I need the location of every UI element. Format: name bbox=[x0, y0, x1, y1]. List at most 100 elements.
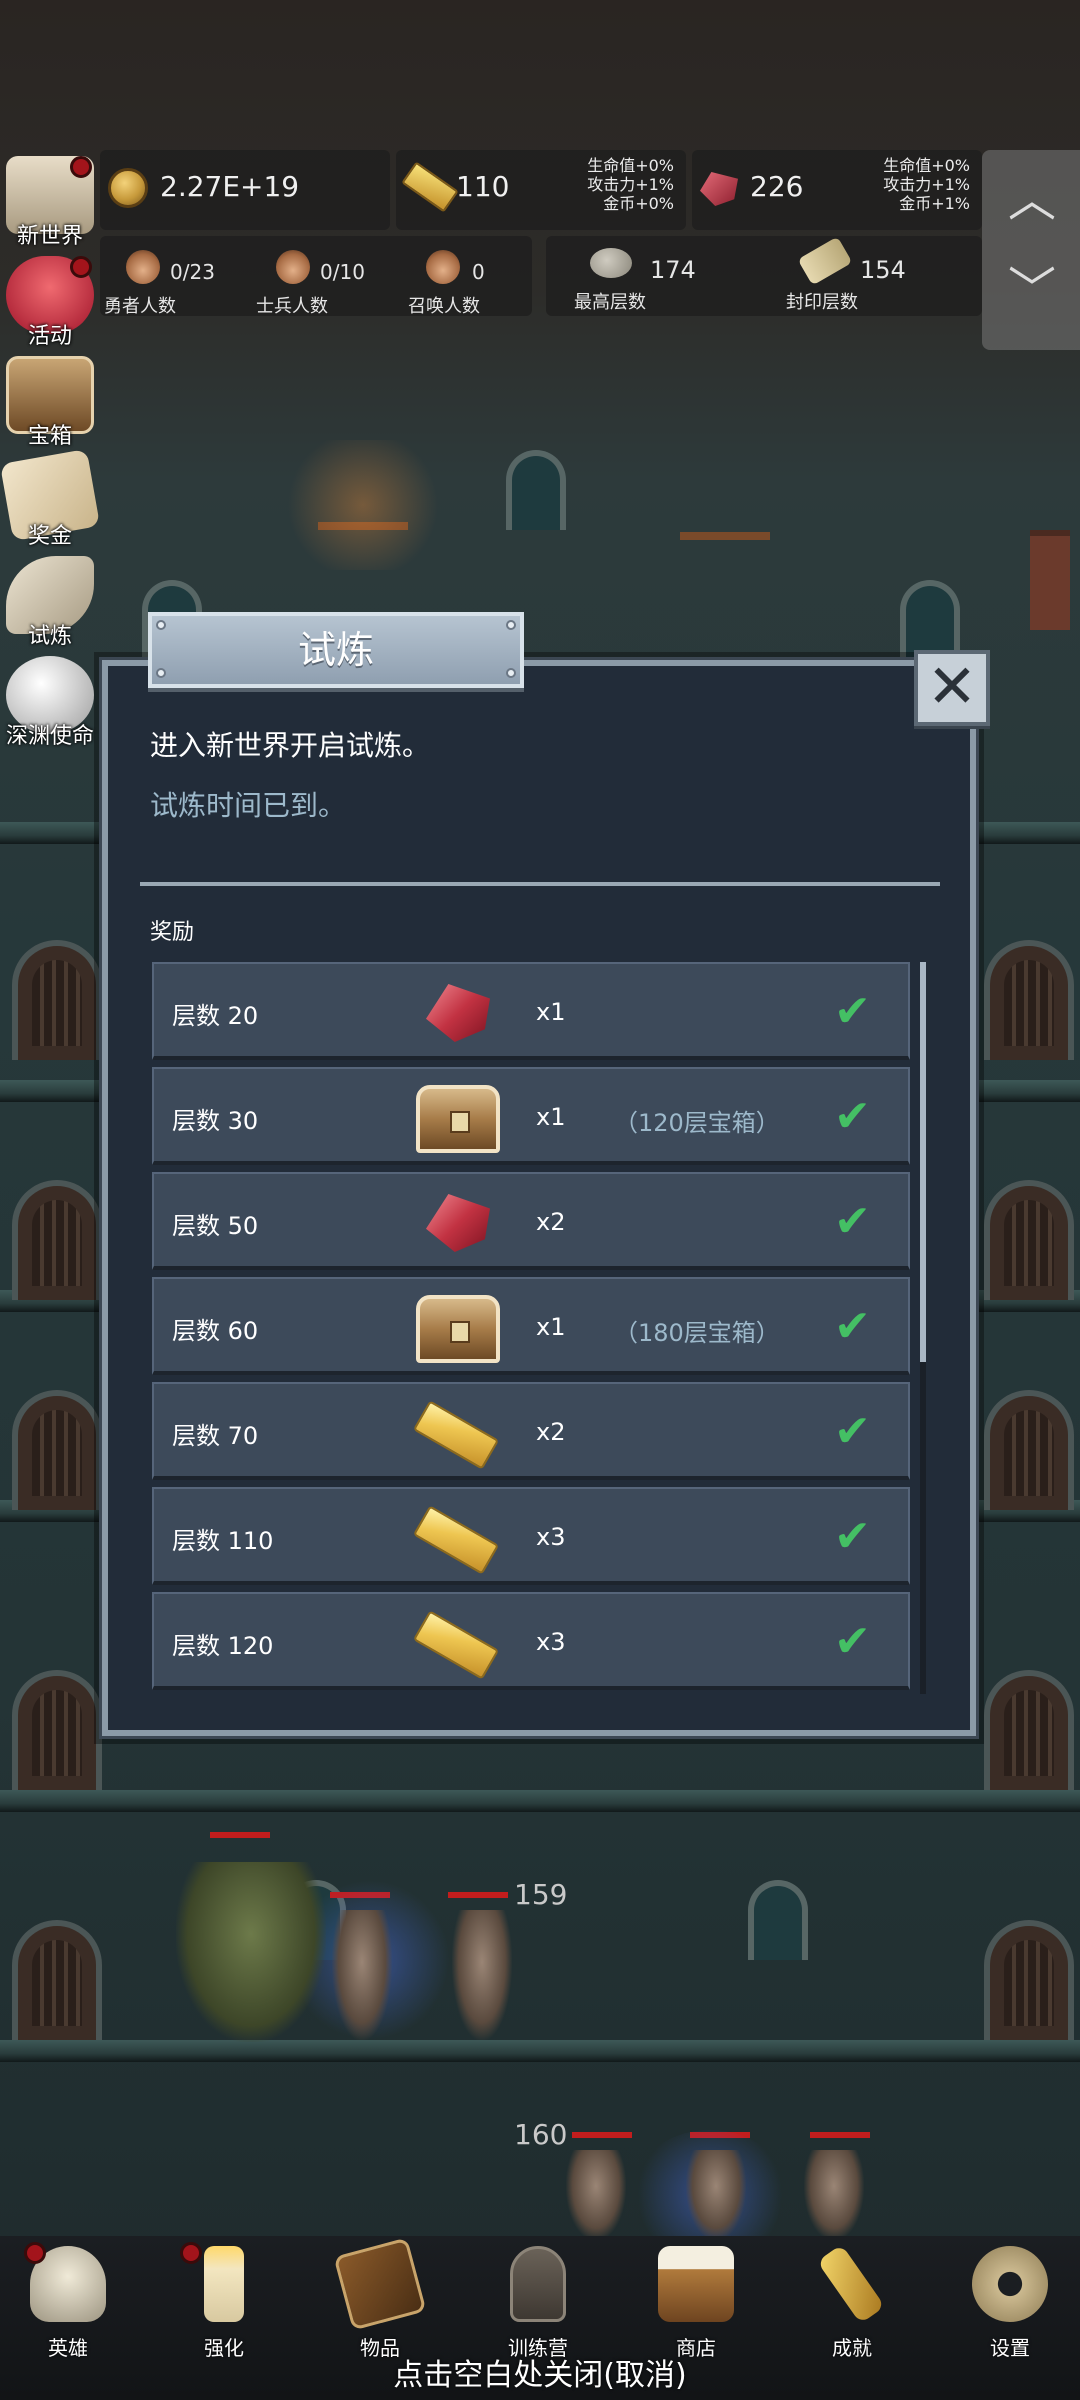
bonus-line: 金币+1% bbox=[899, 194, 970, 213]
summon-face-icon bbox=[426, 250, 460, 284]
hero-count-label: 勇者人数 bbox=[104, 296, 176, 317]
nav-shop[interactable]: 商店 bbox=[636, 2240, 756, 2360]
gold-amount: 2.27E+19 bbox=[160, 170, 300, 203]
reward-note: （120层宝箱） bbox=[614, 1109, 780, 1137]
checkmark-icon: ✔ bbox=[834, 1511, 871, 1562]
stone-icon bbox=[590, 248, 632, 278]
dungeon-door bbox=[12, 1390, 102, 1510]
reward-list-scrollbar[interactable] bbox=[920, 962, 926, 1694]
dungeon-door bbox=[984, 940, 1074, 1060]
dungeon-door bbox=[984, 1670, 1074, 1790]
gem-bonus: 生命值+0% 攻击力+1% 金币+1% bbox=[883, 156, 970, 213]
treasure-chest-icon bbox=[406, 1081, 502, 1155]
reward-qty: x1 bbox=[536, 998, 566, 1026]
wall-banner bbox=[1030, 530, 1070, 630]
gear-icon bbox=[972, 2246, 1048, 2322]
gem-icon bbox=[406, 976, 502, 1050]
candle-icon bbox=[204, 2246, 244, 2322]
reward-list[interactable]: 层数 20 x1 ✔ 层数 30 x1 （120层宝箱） ✔ 层数 50 x2 … bbox=[152, 962, 912, 1694]
enemy-hp-bar bbox=[448, 1892, 508, 1898]
checkmark-icon: ✔ bbox=[834, 1091, 871, 1142]
nav-items[interactable]: 物品 bbox=[320, 2237, 440, 2360]
side-item-label: 深渊使命 bbox=[5, 724, 94, 749]
nav-upgrade[interactable]: 强化 bbox=[164, 2240, 284, 2360]
dialog-status: 试炼时间已到。 bbox=[150, 789, 347, 822]
reward-note: （180层宝箱） bbox=[614, 1319, 780, 1347]
checkmark-icon: ✔ bbox=[834, 1406, 871, 1457]
scroll-up-icon[interactable]: ︿ bbox=[1002, 170, 1062, 230]
notification-dot bbox=[24, 2242, 46, 2264]
side-item-trial[interactable]: 试炼 bbox=[0, 550, 100, 650]
side-item-new-world[interactable]: 新世界 bbox=[0, 150, 100, 250]
dungeon-door bbox=[984, 1390, 1074, 1510]
reward-qty: x2 bbox=[536, 1418, 566, 1446]
reward-row: 层数 70 x2 ✔ bbox=[152, 1382, 910, 1480]
side-item-chest[interactable]: 宝箱 bbox=[0, 350, 100, 450]
notification-dot bbox=[70, 256, 92, 278]
reward-row: 层数 120 x3 ✔ bbox=[152, 1592, 910, 1690]
scrollbar-thumb[interactable] bbox=[920, 962, 926, 1362]
nav-achievements[interactable]: 成就 bbox=[792, 2240, 912, 2360]
nav-training-camp[interactable]: 训练营 bbox=[478, 2240, 598, 2360]
reward-qty: x3 bbox=[536, 1523, 566, 1551]
notification-dot bbox=[70, 156, 92, 178]
book-icon bbox=[333, 2237, 427, 2331]
side-item-label: 新世界 bbox=[16, 224, 83, 249]
skeleton-enemy bbox=[686, 2150, 746, 2240]
scroll-down-icon[interactable]: ﹀ bbox=[1002, 260, 1062, 320]
scroll-icon bbox=[797, 236, 853, 286]
hero-count: 0/23 bbox=[170, 260, 215, 284]
side-item-label: 活动 bbox=[27, 324, 72, 349]
close-hint[interactable]: 点击空白处关闭(取消) bbox=[0, 2350, 1080, 2394]
castle-window bbox=[900, 580, 960, 660]
divider bbox=[140, 882, 940, 886]
dungeon-door bbox=[984, 1180, 1074, 1300]
reward-floor: 层数 50 bbox=[172, 1212, 259, 1240]
floor-number: 159 bbox=[514, 1878, 568, 1911]
dungeon-door bbox=[12, 1180, 102, 1300]
reward-row: 层数 50 x2 ✔ bbox=[152, 1172, 910, 1270]
reward-row: 层数 20 x1 ✔ bbox=[152, 962, 910, 1060]
enemy-hp-bar bbox=[210, 1832, 270, 1838]
floor-scroll-panel: ︿ ﹀ bbox=[982, 150, 1080, 350]
bonus-line: 生命值+0% bbox=[587, 156, 674, 175]
reward-floor: 层数 30 bbox=[172, 1107, 259, 1135]
side-item-event[interactable]: 活动 bbox=[0, 250, 100, 350]
population-panel: 0/23 勇者人数 0/10 士兵人数 0 召唤人数 bbox=[100, 236, 532, 317]
treasure-chest-icon bbox=[406, 1291, 502, 1365]
side-item-label: 宝箱 bbox=[27, 424, 72, 449]
reward-qty: x3 bbox=[536, 1628, 566, 1656]
ogre-enemy bbox=[176, 1862, 326, 2042]
dungeon-door bbox=[12, 1670, 102, 1790]
skeleton-enemy bbox=[566, 2150, 626, 2240]
close-button[interactable]: ✕ bbox=[914, 650, 990, 726]
floor-number: 160 bbox=[514, 2118, 568, 2151]
soldier-count: 0/10 bbox=[320, 260, 365, 284]
sealed-floor-label: 封印层数 bbox=[786, 292, 858, 313]
summon-count-label: 召唤人数 bbox=[408, 296, 480, 317]
rivet bbox=[156, 668, 166, 678]
lantern-icon bbox=[510, 2246, 566, 2322]
dialog-description: 进入新世界开启试炼。 bbox=[150, 729, 431, 762]
skeleton-enemy bbox=[804, 2150, 864, 2240]
gold-bar-bonus: 生命值+0% 攻击力+1% 金币+0% bbox=[587, 156, 674, 213]
dungeon-door bbox=[12, 940, 102, 1060]
gem-amount: 226 bbox=[750, 170, 804, 203]
side-item-bonus[interactable]: 奖金 bbox=[0, 448, 101, 550]
gem-icon bbox=[700, 172, 738, 206]
reward-row: 层数 60 x1 （180层宝箱） ✔ bbox=[152, 1277, 910, 1375]
nav-heroes[interactable]: 英雄 bbox=[8, 2240, 128, 2360]
castle-window bbox=[506, 450, 566, 530]
skeleton-enemy bbox=[452, 1910, 512, 2040]
bonus-line: 攻击力+1% bbox=[587, 175, 674, 194]
enemy-hp-bar bbox=[572, 2132, 632, 2138]
max-floor-label: 最高层数 bbox=[574, 292, 646, 313]
reward-floor: 层数 20 bbox=[172, 1002, 259, 1030]
max-floor-value: 174 bbox=[650, 256, 696, 284]
sealed-floor-value: 154 bbox=[860, 256, 906, 284]
checkmark-icon: ✔ bbox=[834, 1616, 871, 1667]
side-item-abyss-mission[interactable]: 深渊使命 bbox=[0, 650, 100, 750]
rivet bbox=[506, 620, 516, 630]
nav-settings[interactable]: 设置 bbox=[950, 2240, 1070, 2360]
bonus-line: 生命值+0% bbox=[883, 156, 970, 175]
